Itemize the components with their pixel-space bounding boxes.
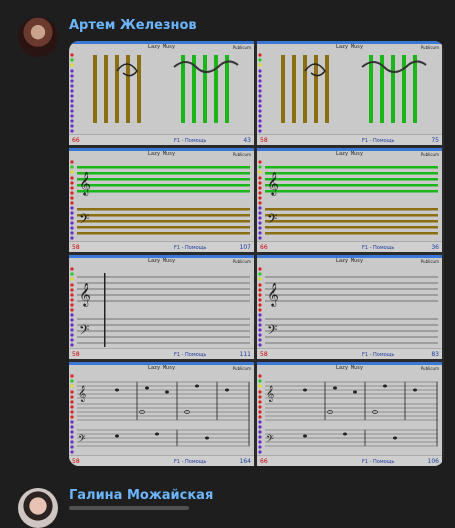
svg-text:𝄢: 𝄢	[79, 322, 89, 341]
status-hint: F1 - Помощь	[174, 459, 207, 465]
staff-lines-canvas: 𝄞 𝄢	[77, 166, 250, 235]
staff-bars-canvas	[93, 55, 239, 123]
window-title: Lazy Musy	[335, 365, 364, 371]
color-dots-icon	[258, 267, 262, 347]
status-left: 58	[72, 458, 80, 465]
corner-label: Publicum	[420, 259, 439, 264]
status-hint: F1 - Помощь	[174, 352, 207, 358]
screenshot-tile[interactable]: Lazy Musy Publicum 58 F1 - Помощь 75	[257, 41, 442, 145]
staff-bars-canvas	[281, 55, 427, 123]
color-dots-icon	[70, 160, 74, 240]
window-title: Lazy Musy	[147, 44, 176, 50]
score-canvas: 𝄞 𝄢	[77, 381, 250, 447]
status-left: 66	[260, 244, 268, 251]
screenshot-tile[interactable]: Lazy Musy Publicum 𝄞 𝄢 58 F1 - Помощь 11…	[69, 255, 254, 359]
status-left: 58	[72, 244, 80, 251]
status-bar: 58 F1 - Помощь 164	[69, 455, 254, 466]
svg-text:𝄞: 𝄞	[266, 386, 274, 402]
avatar[interactable]	[18, 17, 58, 57]
status-left: 58	[72, 351, 80, 358]
screenshot-tile[interactable]: Lazy Musy Publicum 𝄞 𝄢 58 F1 - Помощь 16…	[69, 362, 254, 466]
window-title: Lazy Musy	[147, 258, 176, 264]
status-hint: F1 - Помощь	[362, 245, 395, 251]
status-hint: F1 - Помощь	[362, 459, 395, 465]
svg-text:𝄢: 𝄢	[78, 433, 86, 447]
status-left: 66	[260, 458, 268, 465]
status-bar: 66 F1 - Помощь 106	[257, 455, 442, 466]
status-right: 75	[431, 137, 439, 144]
author-name[interactable]: Галина Можайская	[69, 488, 213, 503]
corner-label: Publicum	[232, 45, 251, 50]
color-dots-icon	[70, 374, 74, 454]
status-right: 83	[431, 351, 439, 358]
message-text-preview	[69, 506, 189, 510]
color-dots-icon	[258, 374, 262, 454]
corner-label: Publicum	[420, 45, 439, 50]
staff-lines-canvas: 𝄞 𝄢	[265, 166, 438, 235]
color-dots-icon	[258, 53, 262, 133]
screenshot-tile[interactable]: Lazy Musy Publicum 66 F1 - Помощь 43	[69, 41, 254, 145]
corner-label: Publicum	[232, 366, 251, 371]
empty-staff-canvas: 𝄞 𝄢	[265, 276, 438, 344]
window-title: Lazy Musy	[147, 365, 176, 371]
window-title: Lazy Musy	[335, 258, 364, 264]
screenshot-tile[interactable]: Lazy Musy Publicum 𝄞 𝄢 58 F1 - Помощь 10…	[69, 148, 254, 252]
screenshot-tile[interactable]: Lazy Musy Publicum 𝄞 𝄢 58 F1 - Помощь 83	[257, 255, 442, 359]
status-bar: 58 F1 - Помощь 107	[69, 241, 254, 252]
status-bar: 58 F1 - Помощь 83	[257, 348, 442, 359]
status-right: 107	[239, 244, 251, 251]
svg-text:𝄢: 𝄢	[79, 211, 89, 230]
svg-text:𝄞: 𝄞	[79, 171, 91, 196]
color-dots-icon	[70, 267, 74, 347]
status-bar: 58 F1 - Помощь 111	[69, 348, 254, 359]
author-name[interactable]: Артем Железнов	[69, 18, 197, 33]
score-canvas: 𝄞 𝄢	[265, 381, 438, 447]
status-hint: F1 - Помощь	[174, 245, 207, 251]
svg-text:𝄞: 𝄞	[267, 282, 279, 307]
status-right: 43	[243, 137, 251, 144]
corner-label: Publicum	[420, 152, 439, 157]
status-right: 164	[239, 458, 251, 465]
screenshot-tile[interactable]: Lazy Musy Publicum 𝄞 𝄢 66 F1 - Помощь 36	[257, 148, 442, 252]
corner-label: Publicum	[232, 259, 251, 264]
status-bar: 66 F1 - Помощь 36	[257, 241, 442, 252]
color-dots-icon	[258, 160, 262, 240]
status-hint: F1 - Помощь	[174, 138, 207, 144]
status-right: 106	[427, 458, 439, 465]
status-bar: 66 F1 - Помощь 43	[69, 134, 254, 145]
svg-text:𝄢: 𝄢	[267, 322, 277, 341]
window-title: Lazy Musy	[335, 44, 364, 50]
status-left: 66	[72, 137, 80, 144]
svg-text:𝄢: 𝄢	[267, 211, 277, 230]
corner-label: Publicum	[232, 152, 251, 157]
svg-text:𝄢: 𝄢	[266, 433, 274, 447]
status-left: 58	[260, 351, 268, 358]
status-right: 36	[431, 244, 439, 251]
status-hint: F1 - Помощь	[362, 138, 395, 144]
color-dots-icon	[70, 53, 74, 133]
svg-text:𝄞: 𝄞	[79, 282, 91, 307]
svg-text:𝄞: 𝄞	[267, 171, 279, 196]
corner-label: Publicum	[420, 366, 439, 371]
status-bar: 58 F1 - Помощь 75	[257, 134, 442, 145]
status-hint: F1 - Помощь	[362, 352, 395, 358]
window-title: Lazy Musy	[335, 151, 364, 157]
avatar[interactable]	[18, 488, 58, 528]
status-right: 111	[239, 351, 251, 358]
screenshot-tile[interactable]: Lazy Musy Publicum 𝄞 𝄢 66 F1 - Помощь 10…	[257, 362, 442, 466]
status-left: 58	[260, 137, 268, 144]
svg-text:𝄞: 𝄞	[78, 386, 86, 402]
photo-album[interactable]: Lazy Musy Publicum 66 F1 - Помощь 43 Laz…	[69, 41, 444, 466]
window-title: Lazy Musy	[147, 151, 176, 157]
empty-staff-canvas: 𝄞 𝄢	[77, 273, 250, 347]
